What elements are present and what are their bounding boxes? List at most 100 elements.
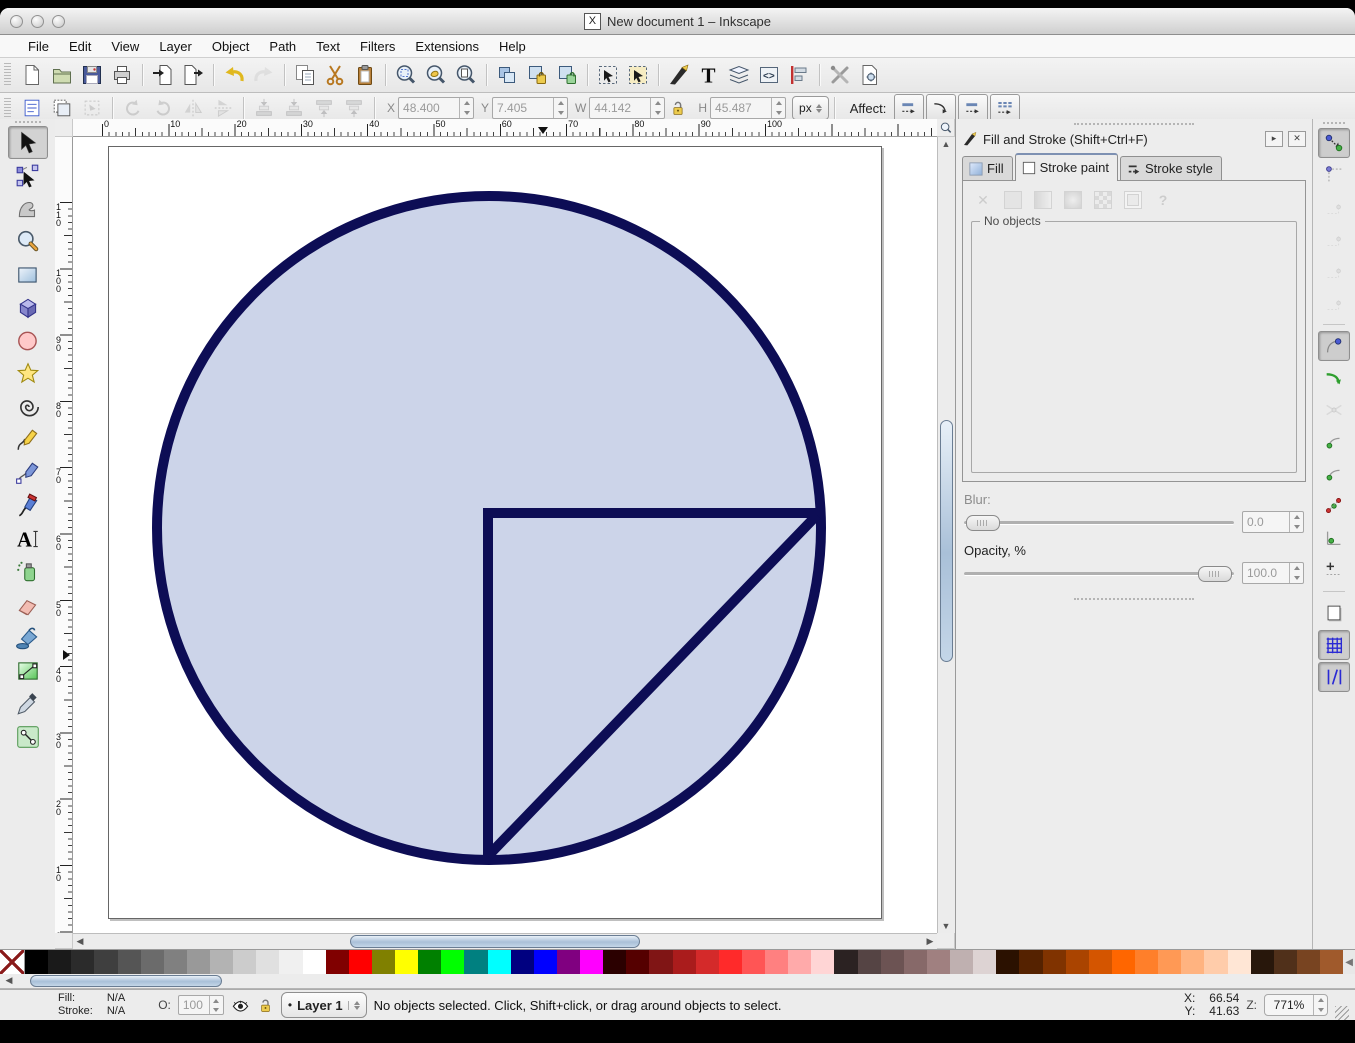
- snap-nodes-button[interactable]: [1318, 331, 1350, 361]
- ellipse-tool-button[interactable]: [8, 324, 48, 357]
- swatch-552200[interactable]: [1019, 950, 1042, 974]
- select-all-button[interactable]: [17, 94, 47, 122]
- swatch-6c5353[interactable]: [881, 950, 904, 974]
- swatch-ffaaaa[interactable]: [788, 950, 811, 974]
- swatch-b3b3b3[interactable]: [210, 950, 233, 974]
- spiral-tool-button[interactable]: [8, 390, 48, 423]
- swatch-ffffff[interactable]: [303, 950, 326, 974]
- swatch-008000[interactable]: [418, 950, 441, 974]
- swatch-ff0000[interactable]: [349, 950, 372, 974]
- box-3d-tool-button[interactable]: [8, 291, 48, 324]
- unlink-clone-button[interactable]: [552, 61, 582, 89]
- dock-resize-grip[interactable]: [1074, 598, 1194, 600]
- swatch-00ff00[interactable]: [441, 950, 464, 974]
- swatch-ddd3d3[interactable]: [973, 950, 996, 974]
- swatch-808080[interactable]: [164, 950, 187, 974]
- scroll-right-icon[interactable]: ▶: [923, 934, 937, 948]
- close-window-button[interactable]: [10, 15, 23, 28]
- menu-help[interactable]: Help: [489, 37, 536, 56]
- tab-stroke-paint[interactable]: Stroke paint: [1015, 153, 1118, 181]
- snap-page-border-button[interactable]: [1318, 598, 1350, 628]
- swatch-801515[interactable]: [649, 950, 672, 974]
- swatch-2b1100[interactable]: [996, 950, 1019, 974]
- opacity-indicator-spinner[interactable]: [209, 996, 223, 1014]
- node-editor-tool-button[interactable]: [8, 159, 48, 192]
- swatch-a08080[interactable]: [927, 950, 950, 974]
- snap-cusp-nodes-button[interactable]: [1318, 427, 1350, 457]
- save-document-button[interactable]: [77, 61, 107, 89]
- toolbar-grip[interactable]: [4, 98, 11, 119]
- zoom-input[interactable]: [1265, 998, 1313, 1012]
- import-bitmap-button[interactable]: [148, 61, 178, 89]
- swatch-ffd5d5[interactable]: [811, 950, 834, 974]
- w-spinner[interactable]: [650, 98, 664, 118]
- zoom-window-button[interactable]: [52, 15, 65, 28]
- swatch-ff8080[interactable]: [765, 950, 788, 974]
- opacity-input[interactable]: [1243, 566, 1289, 580]
- scroll-down-icon[interactable]: ▼: [939, 919, 953, 933]
- y-spinner[interactable]: [553, 98, 567, 118]
- palette-scroll-left-icon[interactable]: ◀: [2, 974, 16, 987]
- swatch-ff9955[interactable]: [1158, 950, 1181, 974]
- layer-selector[interactable]: • Layer 1: [281, 992, 367, 1018]
- swatch-784421[interactable]: [1297, 950, 1320, 974]
- swatch-800080[interactable]: [557, 950, 580, 974]
- snap-object-centers-button[interactable]: [1318, 523, 1350, 553]
- xml-editor-dialog-button[interactable]: [754, 61, 784, 89]
- calligraphy-tool-button[interactable]: [8, 489, 48, 522]
- swatch-000000[interactable]: [25, 950, 48, 974]
- toolbox-grip[interactable]: [15, 121, 41, 123]
- blur-slider[interactable]: [964, 513, 1234, 531]
- snap-smooth-nodes-button[interactable]: [1318, 459, 1350, 489]
- undo-button[interactable]: [219, 61, 249, 89]
- layers-dialog-button[interactable]: [724, 61, 754, 89]
- swatch-2b2b2b[interactable]: [71, 950, 94, 974]
- snap-bounding-box-button[interactable]: [1318, 160, 1350, 190]
- snap-other-points-button[interactable]: [1318, 491, 1350, 521]
- document-properties-button[interactable]: [855, 61, 885, 89]
- snap-enable-button[interactable]: [1318, 128, 1350, 158]
- selector-tool-button[interactable]: [8, 126, 48, 159]
- swatch-3f3f3f[interactable]: [94, 950, 117, 974]
- swatch-00ffff[interactable]: [488, 950, 511, 974]
- tab-stroke-style[interactable]: Stroke style: [1120, 156, 1222, 181]
- swatch-d45500[interactable]: [1089, 950, 1112, 974]
- spray-tool-button[interactable]: [8, 555, 48, 588]
- swatch-bfb0b0[interactable]: [950, 950, 973, 974]
- opacity-slider[interactable]: [964, 564, 1234, 582]
- paste-button[interactable]: [350, 61, 380, 89]
- copy-button[interactable]: [290, 61, 320, 89]
- swatch-550000[interactable]: [626, 950, 649, 974]
- swatch-0000ff[interactable]: [534, 950, 557, 974]
- menu-text[interactable]: Text: [306, 37, 350, 56]
- swatch-aa1c1c[interactable]: [673, 950, 696, 974]
- x-spinner[interactable]: [459, 98, 473, 118]
- swatch-ff00ff[interactable]: [580, 950, 603, 974]
- snap-paths-button[interactable]: [1318, 363, 1350, 393]
- y-input[interactable]: [493, 101, 553, 115]
- panel-close-button[interactable]: ✕: [1288, 131, 1306, 147]
- snapbar-grip[interactable]: [1323, 122, 1345, 124]
- move-patterns-toggle-button[interactable]: [990, 94, 1020, 122]
- zoom-to-selection-button[interactable]: [391, 61, 421, 89]
- swatch-ff5555[interactable]: [742, 950, 765, 974]
- layer-lock-icon[interactable]: [257, 997, 274, 1014]
- zoom-spinner[interactable]: [1313, 995, 1327, 1015]
- swatch-876969[interactable]: [904, 950, 927, 974]
- duplicate-button[interactable]: [492, 61, 522, 89]
- zoom-tool-button[interactable]: [8, 225, 48, 258]
- dropper-tool-button[interactable]: [8, 687, 48, 720]
- swatch-cccccc[interactable]: [233, 950, 256, 974]
- move-gradients-toggle-button[interactable]: [958, 94, 988, 122]
- preferences-button[interactable]: [825, 61, 855, 89]
- horizontal-scrollbar-thumb[interactable]: [350, 935, 640, 948]
- swatch-28170b[interactable]: [1251, 950, 1274, 974]
- menu-path[interactable]: Path: [259, 37, 306, 56]
- rectangle-tool-button[interactable]: [8, 258, 48, 291]
- scale-corners-toggle-button[interactable]: [926, 94, 956, 122]
- swatch-555555[interactable]: [118, 950, 141, 974]
- scroll-up-icon[interactable]: ▲: [939, 137, 953, 151]
- snap-grids-button[interactable]: [1318, 630, 1350, 660]
- swatch-50301a[interactable]: [1274, 950, 1297, 974]
- swatch-008080[interactable]: [464, 950, 487, 974]
